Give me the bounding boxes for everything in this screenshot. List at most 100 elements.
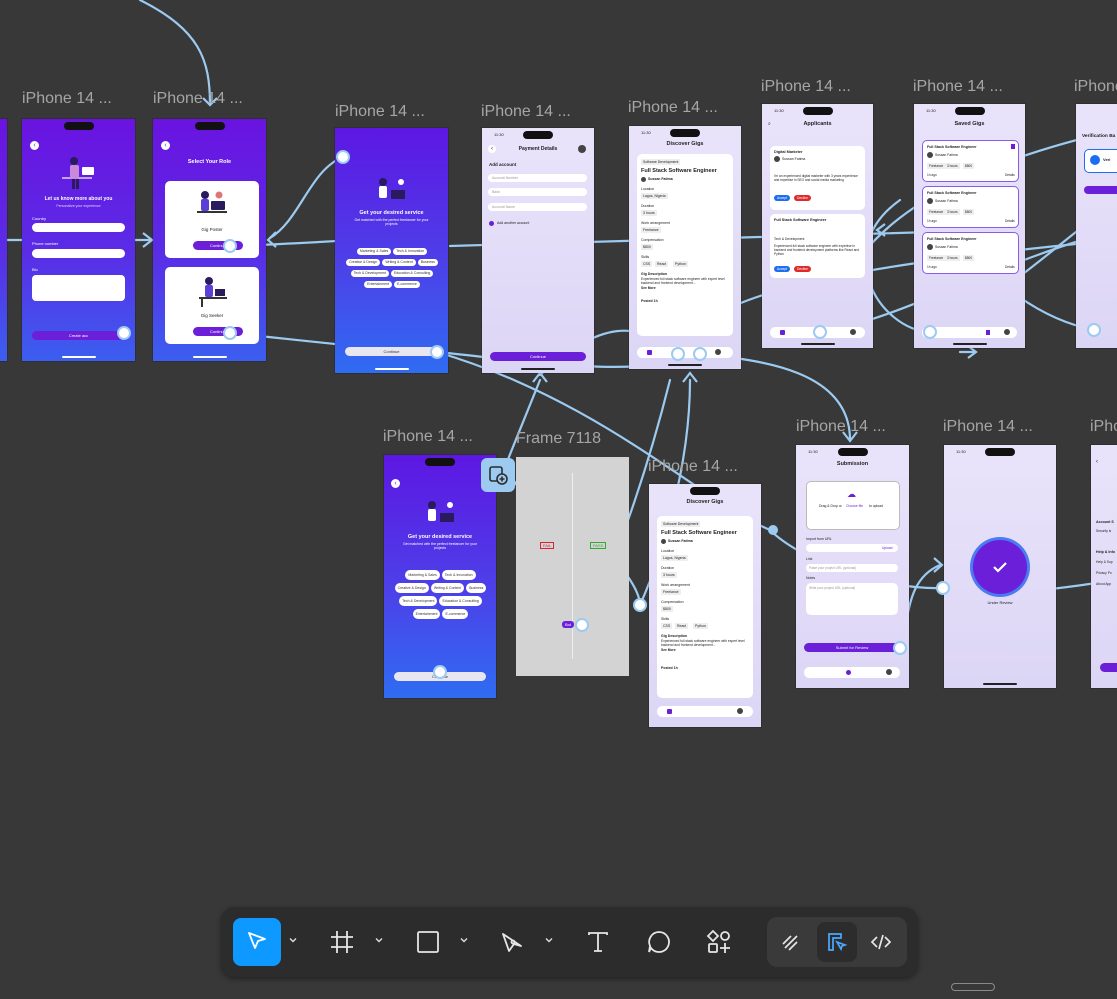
move-tool-icon[interactable] [233, 918, 281, 966]
link-field[interactable]: Paste your project URL (optional) [806, 564, 898, 572]
connection-dot[interactable] [768, 525, 778, 535]
avatar[interactable] [1004, 329, 1010, 335]
connection-node[interactable] [430, 345, 444, 359]
frame-label[interactable]: iPhone 14 ... [22, 90, 112, 108]
connection-node[interactable] [1087, 323, 1101, 337]
continue-button[interactable]: Continue [345, 347, 438, 356]
phone-frame-security[interactable]: ‹ Account S Security is Help & Info Help… [1091, 445, 1117, 688]
connection-node[interactable] [117, 326, 131, 340]
phone-frame-partial[interactable] [0, 119, 7, 361]
back-icon[interactable]: ‹ [391, 479, 400, 488]
phone-frame-service[interactable]: Get your desired service Get matched wit… [335, 128, 448, 373]
back-icon[interactable]: ‹ [161, 141, 170, 150]
decline-button[interactable]: Decline [794, 195, 811, 201]
frame-label[interactable]: iPhone 14 ... [648, 458, 738, 476]
category-chip[interactable]: E-commerce [393, 281, 420, 288]
add-frame-icon[interactable] [481, 458, 515, 492]
category-chip[interactable]: Tech & Development [350, 270, 389, 277]
choose-file-link[interactable]: Choose file [846, 504, 863, 508]
category-chip[interactable]: Tech & Innovation [393, 248, 428, 255]
category-chip[interactable]: Entertainment [364, 281, 392, 288]
avatar[interactable] [715, 349, 721, 355]
pen-tool-icon[interactable] [489, 918, 537, 966]
applicant-card[interactable]: Full Stack Software Engineer Tech & Deve… [770, 214, 865, 278]
connection-node[interactable] [893, 641, 907, 655]
frame-label[interactable]: iPhone 14 ... [943, 418, 1033, 436]
chevron-down-icon[interactable] [372, 933, 386, 947]
horizontal-scrollbar[interactable] [951, 983, 995, 991]
saved-gig-card[interactable]: Full Stack Software Engineer Sussan Fati… [922, 186, 1019, 228]
bank-select[interactable]: Bank [488, 188, 587, 196]
frame-label[interactable]: iPhone 14 ... [628, 99, 718, 117]
connection-node[interactable] [336, 150, 350, 164]
connection-node[interactable] [433, 665, 447, 679]
notes-field[interactable]: Write your project URL (optional) [806, 583, 898, 615]
phone-field[interactable] [32, 249, 125, 258]
connection-node[interactable] [633, 598, 647, 612]
dev-mode-icon[interactable] [861, 922, 901, 962]
phone-frame-submission[interactable]: 11:30 Submission ☁ Drag & Drop or Choose… [796, 445, 909, 688]
briefcase-icon[interactable] [647, 350, 652, 355]
connection-node[interactable] [575, 618, 589, 632]
frame-label[interactable]: iPhone 14 ... [1074, 78, 1117, 96]
see-more-link[interactable]: See More [661, 648, 676, 652]
saved-gig-card[interactable]: Full Stack Software Engineer Sussan Fati… [922, 232, 1019, 274]
back-icon[interactable]: ‹ [1096, 459, 1098, 465]
menu-item[interactable]: Privacy Po [1096, 571, 1112, 575]
briefcase-icon[interactable] [667, 709, 672, 714]
gig-card[interactable]: Software Development Full Stack Software… [657, 516, 753, 698]
phone-frame-service-2[interactable]: ‹ Get your desired service Get matched w… [384, 455, 496, 698]
create-account-button[interactable]: Create acc [32, 331, 125, 340]
role-card-poster[interactable]: Gig Poster Continue [165, 181, 259, 258]
frame-label[interactable]: iPhone 14 ... [796, 418, 886, 436]
rectangle-tool-icon[interactable] [404, 918, 452, 966]
category-chip[interactable]: Marketing & Sales [356, 248, 392, 255]
account-number-field[interactable]: Account Number [488, 174, 587, 182]
logout-button[interactable] [1100, 663, 1117, 672]
phone-frame-discover-2[interactable]: Discover Gigs Software Development Full … [649, 484, 761, 727]
design-mode-icon[interactable] [817, 922, 857, 962]
phone-frame-discover[interactable]: 11:30 Discover Gigs Software Development… [629, 126, 741, 369]
category-chip[interactable]: Marketing & Sales [405, 570, 440, 580]
country-field[interactable] [32, 223, 125, 232]
connection-node[interactable] [671, 347, 685, 361]
saved-gig-card[interactable]: Full Stack Software Engineer Sussan Fati… [922, 140, 1019, 182]
continue-button[interactable]: Continue [490, 352, 586, 361]
draw-mode-icon[interactable] [771, 922, 811, 962]
avatar[interactable] [578, 145, 586, 153]
phone-frame-role[interactable]: ‹ Select Your Role Gig Poster Continue G… [153, 119, 266, 361]
chevron-down-icon[interactable] [542, 933, 556, 947]
category-chip[interactable]: Tech & Development [399, 596, 438, 606]
phone-frame-about[interactable]: ‹ Let us know more about you Personalize… [22, 119, 135, 361]
frame-label[interactable]: iPhone 14 ... [383, 428, 473, 446]
accept-button[interactable]: Accept [774, 266, 791, 272]
avatar[interactable] [737, 708, 743, 714]
phone-frame-saved[interactable]: 11:30 Saved Gigs Full Stack Software Eng… [914, 104, 1025, 348]
gig-card[interactable]: Software Development Full Stack Software… [637, 154, 733, 336]
upload-link[interactable]: Upload [882, 546, 892, 550]
bio-field[interactable] [32, 275, 125, 301]
category-chip[interactable]: Writing & Content [382, 259, 416, 266]
frame-label[interactable]: iPhone 14 ... [335, 103, 425, 121]
applicant-card[interactable]: Digital Marketer Sussan Fatima I'm an ex… [770, 146, 865, 210]
upload-dropzone[interactable]: ☁ Drag & Drop or Choose file to upload [806, 481, 900, 530]
verification-card[interactable]: Veri [1084, 149, 1117, 173]
connection-node[interactable] [936, 581, 950, 595]
phone-frame-review[interactable]: 11:30 Under Review [944, 445, 1056, 688]
accept-button[interactable]: Accept [774, 195, 791, 201]
connection-node[interactable] [223, 326, 237, 340]
category-chip[interactable]: Writing & Content [430, 583, 465, 593]
frame-label[interactable]: Frame 7118 [516, 430, 601, 448]
chevron-down-icon[interactable] [457, 933, 471, 947]
design-canvas[interactable]: iPhone 14 ... iPhone 14 ... iPhone 14 ..… [0, 0, 1117, 999]
frame-label[interactable]: iPhone 14 ... [481, 103, 571, 121]
connection-node[interactable] [223, 239, 237, 253]
frame-label[interactable]: iPhone 14 ... [153, 90, 243, 108]
checkbox[interactable] [489, 221, 494, 226]
avatar[interactable] [886, 669, 892, 675]
frame-7118[interactable]: FAIL PASS Bot [516, 457, 629, 676]
chevron-down-icon[interactable] [286, 933, 300, 947]
category-chip[interactable]: E-commerce [442, 609, 469, 619]
connection-node[interactable] [813, 325, 827, 339]
phone-frame-verification[interactable]: Verification Ba Veri [1076, 104, 1117, 348]
